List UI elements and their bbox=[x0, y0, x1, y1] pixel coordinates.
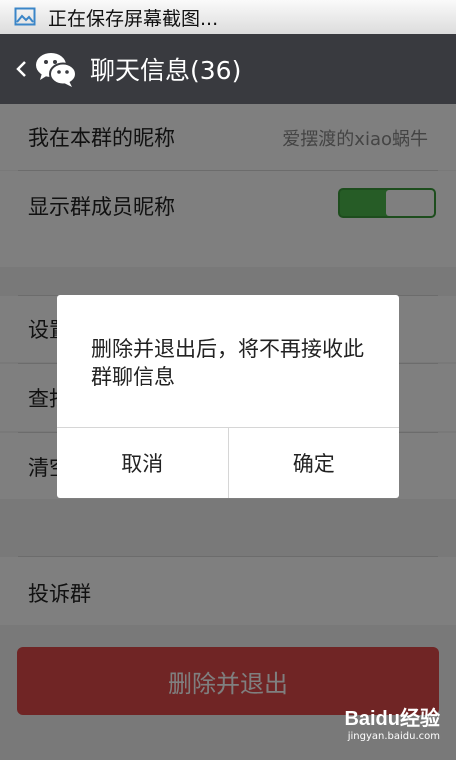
confirm-button[interactable]: 确定 bbox=[229, 428, 400, 498]
status-bar: 正在保存屏幕截图... bbox=[0, 0, 456, 34]
page-title: 聊天信息(36) bbox=[90, 56, 242, 85]
chevron-left-icon[interactable] bbox=[12, 34, 30, 104]
screen: 正在保存屏幕截图... 聊天信息(36) 我在本群的昵称 爱摆渡的xiao蜗牛 … bbox=[0, 0, 456, 760]
wechat-icon bbox=[36, 53, 77, 87]
dialog-message: 删除并退出后，将不再接收此群聊信息 bbox=[91, 337, 364, 389]
image-icon bbox=[14, 7, 36, 26]
confirm-dialog: 删除并退出后，将不再接收此群聊信息 取消 确定 bbox=[57, 295, 399, 498]
status-text: 正在保存屏幕截图... bbox=[48, 7, 219, 30]
cancel-button[interactable]: 取消 bbox=[57, 428, 229, 498]
title-bar: 聊天信息(36) bbox=[0, 34, 456, 104]
baidu-jingyan-watermark: Baidu经验 jingyan.baidu.com bbox=[330, 708, 440, 748]
watermark-logo: Baidu经验 bbox=[344, 708, 440, 730]
dialog-actions: 取消 确定 bbox=[57, 427, 399, 498]
watermark-url: jingyan.baidu.com bbox=[347, 731, 440, 742]
